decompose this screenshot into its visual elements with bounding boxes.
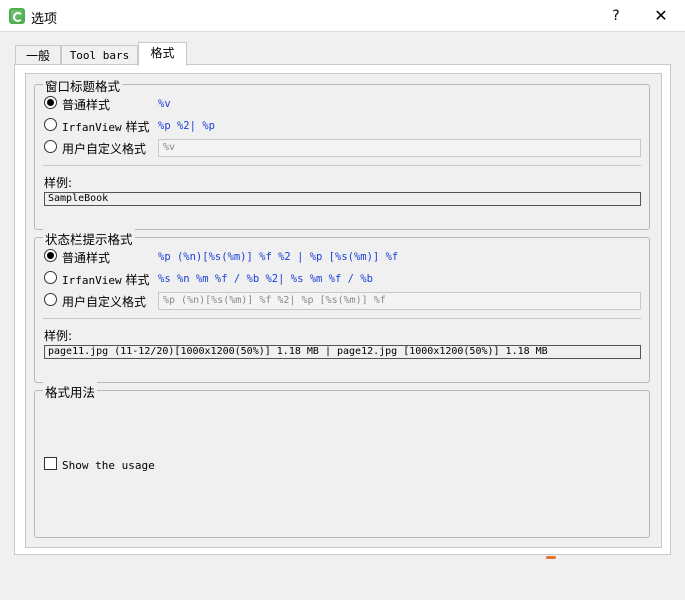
close-icon: ✕ bbox=[654, 6, 668, 25]
title-custom-label: 用户自定义格式 bbox=[62, 142, 147, 156]
status-custom-radio[interactable] bbox=[44, 293, 57, 306]
divider bbox=[43, 165, 641, 166]
group-legend: 窗口标题格式 bbox=[43, 76, 123, 95]
help-button[interactable]: ? bbox=[604, 4, 628, 28]
format-settings-panel: 窗口标题格式 普通样式 %v IrfanView 样式 %p %2| %p 用户… bbox=[25, 73, 662, 548]
title-normal-format: %v bbox=[158, 98, 171, 110]
title-irfanview-format: %p %2| %p bbox=[158, 120, 215, 132]
title-custom-input[interactable]: %v bbox=[158, 139, 641, 157]
title-custom-radio[interactable] bbox=[44, 140, 57, 153]
status-normal-radio[interactable] bbox=[44, 249, 57, 262]
tab-general[interactable]: 一般 bbox=[15, 45, 61, 66]
window-title: 选项 bbox=[31, 12, 58, 27]
status-irfanview-label: IrfanView 样式 bbox=[62, 273, 150, 287]
format-usage-group: 格式用法 Show the usage bbox=[34, 382, 650, 538]
show-usage-checkbox[interactable] bbox=[44, 457, 57, 470]
title-normal-radio[interactable] bbox=[44, 96, 57, 109]
status-custom-label: 用户自定义格式 bbox=[62, 295, 147, 309]
group-legend: 状态栏提示格式 bbox=[43, 229, 135, 248]
title-bar: 选项 ? ✕ bbox=[0, 0, 685, 32]
close-button[interactable]: ✕ bbox=[648, 4, 674, 28]
tab-format[interactable]: 格式 bbox=[138, 42, 187, 66]
title-irfanview-label: IrfanView 样式 bbox=[62, 120, 150, 134]
status-bar-format-group: 状态栏提示格式 普通样式 %p (%n)[%s(%m)] %f %2 | %p … bbox=[34, 229, 650, 383]
status-irfanview-format: %s %n %m %f / %b %2| %s %m %f / %b bbox=[158, 273, 373, 285]
status-sample-label: 样例: bbox=[44, 329, 73, 343]
status-sample-value: page11.jpg (11-12/20)[1000x1200(50%)] 1.… bbox=[44, 345, 641, 359]
status-normal-label: 普通样式 bbox=[62, 251, 111, 265]
accent-mark bbox=[546, 556, 556, 559]
tab-toolbars[interactable]: Tool bars bbox=[61, 45, 138, 66]
show-usage-label: Show the usage bbox=[62, 459, 155, 472]
title-sample-value: SampleBook bbox=[44, 192, 641, 206]
group-legend: 格式用法 bbox=[43, 382, 98, 401]
title-normal-label: 普通样式 bbox=[62, 98, 111, 112]
status-normal-format: %p (%n)[%s(%m)] %f %2 | %p [%s(%m)] %f bbox=[158, 251, 399, 263]
app-icon bbox=[9, 8, 25, 24]
window-title-format-group: 窗口标题格式 普通样式 %v IrfanView 样式 %p %2| %p 用户… bbox=[34, 76, 650, 230]
status-irfanview-radio[interactable] bbox=[44, 271, 57, 284]
status-custom-input[interactable]: %p (%n)[%s(%m)] %f %2| %p [%s(%m)] %f bbox=[158, 292, 641, 310]
tab-panel-format: 窗口标题格式 普通样式 %v IrfanView 样式 %p %2| %p 用户… bbox=[14, 64, 671, 555]
title-irfanview-radio[interactable] bbox=[44, 118, 57, 131]
title-sample-label: 样例: bbox=[44, 176, 73, 190]
divider bbox=[43, 318, 641, 319]
